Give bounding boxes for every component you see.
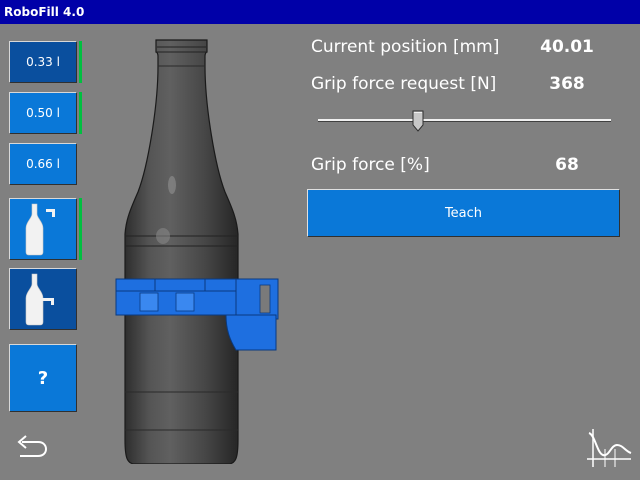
size-button-label: 0.50 l <box>26 106 60 120</box>
teach-button-label: Teach <box>444 205 483 221</box>
grip-force-slider-track[interactable] <box>318 119 611 122</box>
grip-force-request-label: Grip force request [N] <box>311 74 497 94</box>
force-curve-icon[interactable] <box>585 427 633 469</box>
current-position-label: Current position [mm] <box>311 37 500 57</box>
grip-force-value: 68 <box>555 155 579 175</box>
size-button-label: 0.33 l <box>26 55 60 69</box>
current-position-value: 40.01 <box>540 37 594 57</box>
size-0.50-button[interactable]: 0.50 l <box>9 92 77 134</box>
gripper-open-button[interactable] <box>9 198 77 260</box>
grip-force-slider-thumb[interactable] <box>412 110 424 132</box>
help-button[interactable]: ? <box>9 344 77 412</box>
grip-force-request-value: 368 <box>549 74 585 94</box>
bottle-gripper-illustration <box>115 39 279 464</box>
active-indicator <box>79 41 82 83</box>
size-0.33-button[interactable]: 0.33 l <box>9 41 77 83</box>
gripper-closed-button[interactable] <box>9 268 77 330</box>
bottle-gripper-open-icon <box>25 203 55 256</box>
help-button-label: ? <box>37 367 49 389</box>
size-button-label: 0.66 l <box>26 157 60 171</box>
bottle-gripper-closed-icon <box>25 273 54 326</box>
active-indicator <box>79 198 82 260</box>
grip-force-label: Grip force [%] <box>311 155 430 175</box>
teach-button[interactable]: Teach <box>307 189 620 237</box>
window-title: RoboFill 4.0 <box>0 0 640 24</box>
active-indicator <box>79 92 82 134</box>
size-0.66-button[interactable]: 0.66 l <box>9 143 77 185</box>
back-arrow-icon[interactable] <box>14 432 50 460</box>
